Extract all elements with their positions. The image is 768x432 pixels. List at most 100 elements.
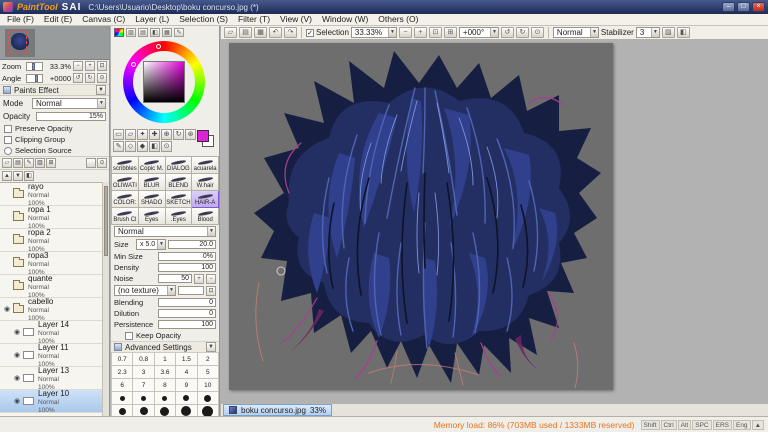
rotate-tool-icon[interactable]: ↻ — [173, 129, 184, 140]
stabilizer-select[interactable]: 3 ▼ — [635, 27, 660, 38]
size-preset[interactable]: 3 — [133, 366, 155, 379]
size-preset-dot-row2[interactable] — [111, 405, 219, 416]
visibility-eye-icon[interactable]: ◉ — [11, 351, 23, 359]
layer-row-layer10-selected[interactable]: ◉ Layer 10 Normal 100% — [0, 389, 102, 414]
menu-view[interactable]: View (V) — [275, 14, 317, 25]
menu-window[interactable]: Window (W) — [317, 14, 373, 25]
advanced-settings-collapse-button[interactable]: ▼ — [206, 342, 216, 352]
rgb-slider-tab-icon[interactable]: ▨ — [126, 27, 136, 37]
view-angle-select[interactable]: +000° ▼ — [458, 27, 499, 38]
brush-blend-mode-select[interactable]: Normal ▼ — [114, 226, 216, 237]
sel-pen-tool-icon[interactable]: ◇ — [125, 141, 136, 152]
new-folder-button[interactable]: ▤ — [13, 158, 23, 168]
layer-row-cabello[interactable]: ◉ cabello Normal 100% — [0, 297, 102, 322]
brush-hair-a-selected[interactable]: HAIR-A — [192, 191, 219, 208]
selection-checkbox[interactable]: ✓ — [306, 28, 314, 37]
zoom-in-button[interactable]: + — [85, 61, 95, 71]
minimize-button[interactable]: – — [722, 2, 735, 12]
preserve-opacity-row[interactable]: Preserve Opacity — [0, 123, 109, 134]
document-area[interactable] — [221, 40, 768, 403]
color-wheel-tab-icon[interactable] — [114, 27, 124, 37]
size-preset[interactable]: 7 — [133, 379, 155, 392]
texture-select[interactable]: (no texture) ▼ — [114, 285, 176, 296]
selection-source-row[interactable]: Selection Source — [0, 145, 109, 156]
paints-effect-collapse-button[interactable]: ▼ — [96, 85, 106, 95]
size-preset[interactable]: 0.7 — [112, 353, 134, 366]
brush-eyes[interactable]: Eyes — [138, 208, 166, 225]
size-preset-dot[interactable] — [133, 405, 155, 416]
clear-layer-button[interactable]: ⊙ — [97, 158, 107, 168]
new-file-button[interactable]: ▱ — [224, 27, 237, 38]
canvas-document[interactable] — [229, 43, 613, 390]
size-preset[interactable]: 1 — [154, 353, 177, 366]
view-rotate-ccw-button[interactable]: ↺ — [500, 27, 514, 38]
layer-row-ropa1[interactable]: ropa 1 Normal 100% — [0, 205, 102, 230]
maximize-button[interactable]: □ — [737, 2, 750, 12]
sel-eraser-tool-icon[interactable]: ◆ — [137, 141, 148, 152]
layer-row-layer11[interactable]: ◉ Layer 11 Normal 100% — [0, 343, 102, 368]
size-preset[interactable]: 0.8 — [133, 353, 155, 366]
options-button[interactable]: ◧ — [676, 27, 690, 38]
brush-blood[interactable]: Blood — [192, 208, 219, 225]
dilution-slider[interactable]: 0 — [158, 309, 216, 318]
brush-oliwati[interactable]: OLIWATI — [112, 174, 139, 191]
view-zoom-out-button[interactable]: − — [398, 27, 412, 38]
marquee-tool-icon[interactable]: ▭ — [113, 129, 124, 140]
new-layer-button[interactable]: ▱ — [2, 158, 12, 168]
size-preset[interactable]: 3.6 — [154, 366, 177, 379]
size-preset-dot[interactable] — [176, 405, 198, 416]
size-preset-dot[interactable] — [154, 405, 177, 416]
view-zoom-reset-button[interactable]: ⊡ — [428, 27, 442, 38]
size-preset-dot[interactable] — [112, 405, 134, 416]
view-angle-reset-button[interactable]: ⊙ — [530, 27, 544, 38]
menu-selection[interactable]: Selection (S) — [174, 14, 233, 25]
zoom-tool-icon[interactable]: ⊕ — [161, 129, 172, 140]
layer-row-ropa3[interactable]: ropa3 Normal 100% — [0, 251, 102, 276]
magic-wand-tool-icon[interactable]: ✦ — [137, 129, 148, 140]
layer-row-quante[interactable]: quante Normal 100% — [0, 274, 102, 299]
menu-filter[interactable]: Filter (T) — [233, 14, 275, 25]
noise-slider[interactable]: 50 — [158, 274, 192, 283]
size-preset[interactable]: 1.5 — [176, 353, 198, 366]
visibility-eye-icon[interactable]: ◉ — [11, 328, 23, 336]
brush-sketch[interactable]: SKETCH — [165, 191, 193, 208]
eyedropper-tool-icon[interactable]: ✎ — [113, 141, 124, 152]
brush-brush-cl[interactable]: Brush Cl — [112, 208, 139, 225]
keep-opacity-row[interactable]: Keep Opacity — [111, 330, 219, 341]
layers-scrollbar[interactable] — [102, 182, 109, 416]
brush-dot-eyes[interactable]: .Eyes — [165, 208, 193, 225]
menu-others[interactable]: Others (O) — [373, 14, 423, 25]
navigator[interactable] — [0, 26, 109, 60]
size-unit-select[interactable]: x 5.0 ▼ — [136, 239, 166, 250]
lasso-tool-icon[interactable]: ▱ — [125, 129, 136, 140]
view-rotate-cw-button[interactable]: ↻ — [515, 27, 529, 38]
noise-spin-down-button[interactable]: − — [206, 273, 216, 284]
foreground-color-swatch[interactable] — [197, 130, 209, 142]
view-zoom-select[interactable]: 33.33% ▼ — [350, 27, 397, 38]
brush-size-slider[interactable]: 20.0 — [168, 240, 216, 249]
color-mixer-tab-icon[interactable]: ◧ — [150, 27, 160, 37]
sv-cursor[interactable] — [156, 44, 161, 49]
rotate-cw-button[interactable]: ↻ — [85, 73, 95, 83]
hand-tool-icon[interactable]: ⊛ — [185, 129, 196, 140]
visibility-eye-icon[interactable]: ◉ — [11, 397, 23, 405]
texture-option-button[interactable]: ⊡ — [206, 285, 216, 296]
brush-color[interactable]: COLOR: — [112, 191, 139, 208]
zoom-out-button[interactable]: − — [73, 61, 83, 71]
size-preset-dot[interactable] — [154, 392, 177, 405]
layer-row-layer14[interactable]: ◉ Layer 14 Normal 100% — [0, 320, 102, 345]
transfer-layer-button[interactable]: ▨ — [35, 158, 45, 168]
open-file-button[interactable]: ▤ — [239, 27, 252, 38]
brush-acuarela[interactable]: acuarela — [192, 157, 219, 174]
size-preset[interactable]: 6 — [112, 379, 134, 392]
brush-blend[interactable]: BLEND — [165, 174, 193, 191]
size-preset-dot[interactable] — [112, 392, 134, 405]
close-button[interactable]: × — [752, 2, 765, 12]
undo-button[interactable]: ↶ — [269, 27, 282, 38]
paints-effect-header[interactable]: Paints Effect ▼ — [0, 84, 109, 96]
brush-shado[interactable]: SHADO — [138, 191, 166, 208]
indicator-up-icon[interactable]: ▲ — [751, 419, 764, 430]
noise-spin-up-button[interactable]: + — [194, 273, 204, 284]
opacity-slider[interactable]: 15% — [36, 112, 106, 121]
hsv-slider-tab-icon[interactable]: ▤ — [138, 27, 148, 37]
